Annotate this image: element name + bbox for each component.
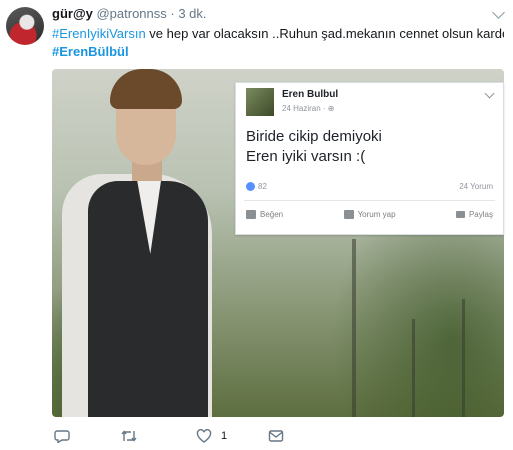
post-line-1: Biride cikip demiyoki <box>246 128 382 145</box>
retweet-button[interactable] <box>120 428 138 444</box>
post-stats: 82 24 Yorum <box>246 182 493 192</box>
caret-down-icon <box>484 88 495 99</box>
person-hair <box>110 69 182 109</box>
like-button[interactable]: 1 <box>196 428 227 444</box>
message-icon <box>268 430 284 442</box>
like-count: 1 <box>221 430 228 442</box>
tree-trunk <box>352 239 356 417</box>
post-share-label: Paylaş <box>468 210 493 219</box>
post-author: Eren Bulbul <box>282 89 339 100</box>
post-comment-action: Yorum yap <box>343 210 396 219</box>
hashtag-link[interactable]: #ErenIyikiVarsın <box>52 26 146 41</box>
thumbs-up-icon <box>246 210 256 219</box>
message-button[interactable] <box>268 428 284 444</box>
post-like-action: Beğen <box>246 210 283 219</box>
post-comment-count: 24 Yorum <box>459 182 493 191</box>
caret-down-icon[interactable] <box>492 6 505 19</box>
timestamp[interactable]: 3 dk. <box>178 6 206 21</box>
post-like-label: Beğen <box>260 210 284 219</box>
avatar[interactable] <box>6 7 44 45</box>
hashtag-link-2[interactable]: #ErenBülbül <box>52 43 129 61</box>
post-body: Biride cikip demiyoki Eren iyiki varsın … <box>246 127 382 167</box>
tweet-actions: 1 <box>52 428 292 446</box>
tree-trunk <box>412 319 415 417</box>
tree-trunk <box>462 299 465 417</box>
post-actions: Beğen Yorum yap Paylaş <box>246 210 493 219</box>
tweet-header: gür@y @patronnss · 3 dk. <box>52 6 207 21</box>
divider <box>244 200 495 201</box>
tweet-text: #ErenIyikiVarsın ve hep var olacaksın ..… <box>52 25 504 43</box>
tweet-body-text: ve hep var olacaksın ..Ruhun şad.mekanın… <box>145 26 504 41</box>
post-comment-label: Yorum yap <box>357 210 396 219</box>
post-share-action: Paylaş <box>455 210 493 219</box>
separator: · <box>166 6 179 21</box>
display-name[interactable]: gür@y <box>52 6 93 21</box>
post-like-count: 82 <box>258 182 267 191</box>
embedded-facebook-post: Eren Bulbul 24 Haziran · ⊕ Biride cikip … <box>235 82 504 235</box>
post-date: 24 Haziran · ⊕ <box>282 104 335 113</box>
like-reaction-icon <box>246 182 255 192</box>
handle[interactable]: @patronnss <box>96 6 166 21</box>
reply-button[interactable] <box>54 428 70 444</box>
comment-icon <box>343 210 354 219</box>
like-icon <box>196 429 212 443</box>
post-line-2: Eren iyiki varsın :( <box>246 148 366 165</box>
retweet-icon <box>121 430 137 442</box>
reply-icon <box>54 430 70 443</box>
share-icon <box>455 211 465 218</box>
tweet: gür@y @patronnss · 3 dk. #ErenIyikiVarsı… <box>0 0 513 450</box>
post-avatar <box>246 88 274 116</box>
